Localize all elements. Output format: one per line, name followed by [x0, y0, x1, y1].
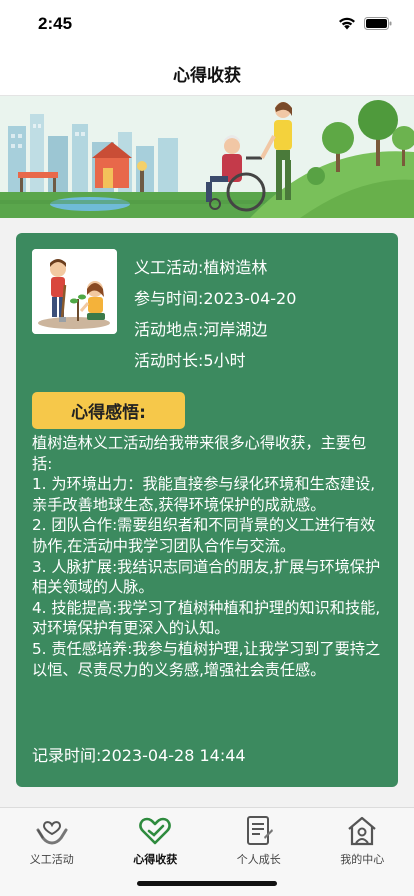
navigation-bar: 心得收获 [0, 52, 414, 96]
home-indicator [137, 881, 277, 886]
reflection-badge-label: 心得感悟: [71, 403, 146, 423]
status-icons [338, 17, 392, 30]
tab-label: 我的中心 [340, 853, 385, 866]
activity-thumbnail [32, 249, 117, 334]
tab-label: 心得收获 [133, 853, 178, 866]
record-time: 记录时间:2023-04-28 14:44 [32, 746, 246, 765]
tab-label: 义工活动 [29, 853, 74, 866]
hands-heart-icon [34, 814, 70, 848]
document-icon [241, 814, 277, 848]
activity-info: 义工活动:植树造林 参与时间:2023-04-20 活动地点:河岸湖边 活动时长… [134, 252, 296, 376]
wifi-icon [339, 17, 355, 30]
status-time: 2:45 [38, 14, 73, 33]
activity-name: 义工活动:植树造林 [134, 258, 268, 277]
status-bar: 2:45 [0, 0, 414, 52]
home-person-icon [344, 814, 380, 848]
reflection-text: 植树造林义工活动给我带来很多心得收获，主要包括: 1. 为环境出力：我能直接参与… [32, 434, 381, 679]
page-title: 心得收获 [173, 66, 241, 86]
activity-duration: 活动时长:5小时 [134, 351, 246, 370]
tab-volunteer-activities[interactable]: 义工活动 [0, 808, 104, 896]
battery-icon [364, 17, 392, 30]
heart-check-icon [137, 814, 173, 848]
activity-time: 参与时间:2023-04-20 [134, 289, 297, 308]
reflection-badge: 心得感悟: [32, 392, 185, 429]
tab-label: 个人成长 [236, 853, 281, 866]
reflection-card: 义工活动:植树造林 参与时间:2023-04-20 活动地点:河岸湖边 活动时长… [16, 233, 398, 787]
banner-illustration [0, 96, 414, 218]
tab-my-center[interactable]: 我的中心 [311, 808, 414, 896]
activity-place: 活动地点:河岸湖边 [134, 320, 268, 339]
